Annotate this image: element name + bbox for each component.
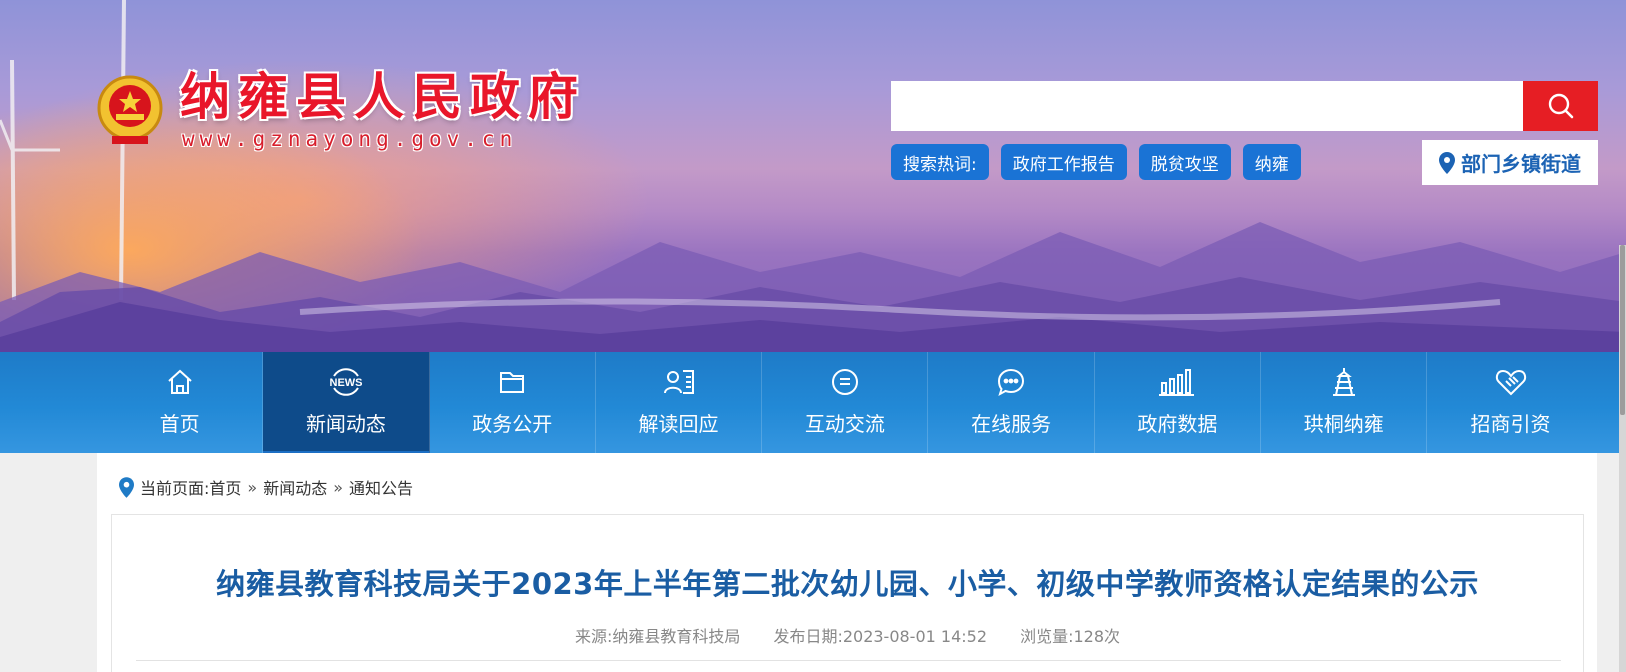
breadcrumb-separator: » [333, 477, 344, 497]
hot-search-term[interactable]: 纳雍 [1242, 144, 1301, 180]
breadcrumb-item-notice[interactable]: 通知公告 [349, 475, 413, 499]
article-date: 发布日期:2023-08-01 14:52 [773, 627, 988, 646]
article-title: 纳雍县教育科技局关于2023年上半年第二批次幼儿园、小学、初级中学教师资格认定结… [216, 567, 1479, 601]
location-pin-icon [119, 476, 134, 498]
chat-icon [830, 364, 860, 400]
dept-township-link[interactable]: 部门乡镇街道 [1422, 140, 1598, 185]
handshake-icon [1494, 364, 1528, 400]
hot-search-row: 搜索热词: 政府工作报告 脱贫攻坚 纳雍 [891, 144, 1301, 180]
breadcrumb-separator: » [247, 477, 258, 497]
page-scrollbar-thumb[interactable] [1620, 245, 1625, 415]
search-icon [1548, 93, 1573, 119]
nav-item-news[interactable]: NEWS 新闻动态 [263, 352, 430, 457]
hot-search-label: 搜索热词: [891, 144, 989, 180]
nav-item-gov-affairs[interactable]: 政务公开 [430, 352, 596, 453]
bar-chart-icon [1158, 364, 1196, 400]
content-panel: 当前页面: 首页 » 新闻动态 » 通知公告 纳雍县教育科技局关于2023年上半… [97, 453, 1597, 672]
breadcrumb-item-home[interactable]: 首页 [209, 475, 241, 499]
nav-item-gov-data[interactable]: 政府数据 [1095, 352, 1262, 453]
nav-item-gongtong-nayong[interactable]: 珙桐纳雍 [1261, 352, 1428, 453]
news-icon: NEWS [326, 364, 366, 400]
breadcrumb-prefix: 当前页面: [140, 479, 210, 498]
nav-item-interaction[interactable]: 互动交流 [762, 352, 929, 453]
nav-item-interpretation[interactable]: 解读回应 [596, 352, 763, 453]
nav-label: 在线服务 [971, 412, 1052, 436]
folder-icon [497, 364, 527, 400]
home-icon [165, 364, 195, 400]
dept-link-label: 部门乡镇街道 [1461, 152, 1581, 176]
article-container: 纳雍县教育科技局关于2023年上半年第二批次幼儿园、小学、初级中学教师资格认定结… [111, 514, 1584, 672]
nav-label: 首页 [159, 412, 200, 436]
nav-item-home[interactable]: 首页 [97, 352, 264, 453]
article-source: 来源:纳雍县教育科技局 [574, 627, 741, 646]
nav-label: 珙桐纳雍 [1303, 412, 1384, 436]
search-input[interactable] [891, 81, 1523, 131]
nav-label: 解读回应 [638, 412, 719, 436]
mountain-silhouette [0, 222, 1626, 352]
location-pin-icon [1439, 151, 1455, 174]
national-emblem-icon [97, 75, 163, 144]
nav-label: 新闻动态 [305, 412, 386, 436]
breadcrumb-item-news[interactable]: 新闻动态 [263, 475, 327, 499]
news-badge-text: NEWS [329, 377, 362, 389]
interpretation-icon [663, 364, 695, 400]
nav-label: 招商引资 [1470, 412, 1551, 436]
nav-label: 政府数据 [1137, 412, 1218, 436]
nav-item-investment[interactable]: 招商引资 [1427, 352, 1593, 453]
nav-label: 政务公开 [472, 412, 553, 436]
message-icon [996, 364, 1026, 400]
site-title: 纳雍县人民政府 [180, 67, 586, 126]
article-divider [136, 660, 1561, 661]
hot-search-term[interactable]: 脱贫攻坚 [1138, 144, 1231, 180]
article-views: 浏览量:128次 [1020, 627, 1121, 646]
nav-item-online-service[interactable]: 在线服务 [928, 352, 1095, 453]
article-meta: 来源:纳雍县教育科技局 发布日期:2023-08-01 14:52 浏览量:12… [112, 623, 1583, 647]
search-button[interactable] [1523, 81, 1598, 131]
nav-label: 互动交流 [804, 412, 885, 436]
site-url: www.gznayong.gov.cn [182, 127, 518, 151]
header-banner: 纳雍县人民政府 www.gznayong.gov.cn 搜索热词: 政府工作报告… [0, 0, 1626, 352]
tower-icon [1329, 364, 1359, 400]
main-nav: 首页 NEWS 新闻动态 政务公开 解读回应 互动交流 在线服务 政府数据 珙桐… [0, 352, 1626, 457]
hot-search-term[interactable]: 政府工作报告 [1000, 144, 1127, 180]
breadcrumb: 当前页面: 首页 » 新闻动态 » 通知公告 [119, 475, 413, 499]
